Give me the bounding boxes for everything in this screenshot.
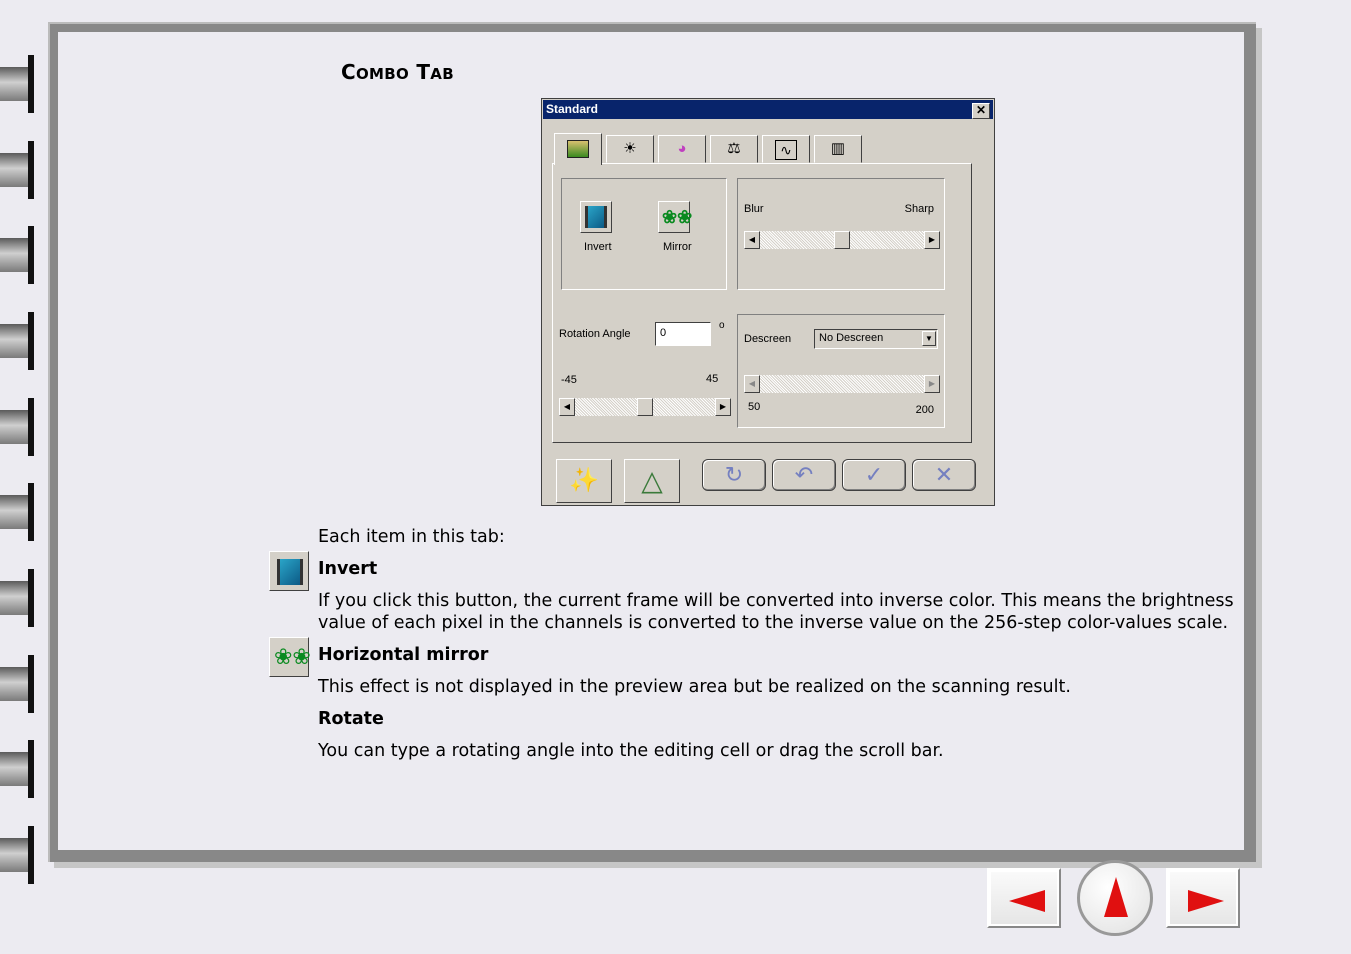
- tab-color[interactable]: ◕: [658, 135, 706, 163]
- arrow-right-icon: [1188, 890, 1224, 912]
- descreen-group: Descreen No Descreen ▼ ◀ ▶ 50 200: [737, 314, 945, 428]
- rotation-max-label: 45: [706, 373, 719, 385]
- slider-thumb[interactable]: [637, 398, 653, 416]
- mirror-button[interactable]: ❀❀: [658, 201, 693, 233]
- arrow-right-icon[interactable]: ▶: [924, 231, 940, 249]
- tab-brightness[interactable]: ☀: [606, 135, 654, 163]
- blur-label: Blur: [744, 203, 764, 215]
- previous-page-button[interactable]: [987, 868, 1061, 928]
- arrow-left-icon: [1009, 890, 1045, 912]
- cancel-icon: ✕: [934, 462, 954, 487]
- chevron-down-icon[interactable]: ▼: [922, 331, 936, 346]
- check-icon: ✓: [864, 462, 884, 487]
- standard-dialog: Standard ✕ ☀ ◕ ⚖ ∿ ▥ Invert ❀❀ Mirror Bl…: [541, 98, 995, 506]
- binding-ring: [0, 55, 34, 113]
- sharp-label: Sharp: [904, 203, 934, 215]
- arrow-right-icon[interactable]: ▶: [924, 375, 940, 393]
- tab-panel: Invert ❀❀ Mirror Blur Sharp ◀ ▶ Rotation…: [552, 163, 972, 443]
- invert-label: Invert: [584, 241, 612, 253]
- rotate-description: You can type a rotating angle into the e…: [318, 741, 944, 761]
- arrow-left-icon[interactable]: ◀: [744, 375, 760, 393]
- invert-mirror-group: Invert ❀❀ Mirror: [561, 178, 727, 290]
- rotation-slider[interactable]: ◀ ▶: [559, 398, 731, 416]
- up-button[interactable]: [1077, 860, 1153, 936]
- undo-icon: ↶: [794, 462, 814, 487]
- arrow-left-icon[interactable]: ◀: [559, 398, 575, 416]
- binding-ring: [0, 740, 34, 798]
- arrow-left-icon[interactable]: ◀: [744, 231, 760, 249]
- tab-balance[interactable]: ⚖: [710, 135, 758, 163]
- sharpness-slider[interactable]: ◀ ▶: [744, 231, 940, 249]
- mirror-side-icon: ❀❀: [269, 637, 311, 677]
- histogram-icon: ▥: [830, 140, 846, 157]
- invert-description-line-2: value of each pixel in the channels is c…: [318, 613, 1229, 633]
- invert-heading: Invert: [318, 559, 378, 579]
- close-icon[interactable]: ✕: [972, 103, 990, 119]
- mirror-description: This effect is not displayed in the prev…: [318, 677, 1071, 697]
- rotation-min-label: -45: [561, 374, 577, 386]
- next-page-button[interactable]: [1166, 868, 1240, 928]
- brightness-icon: ☀: [623, 140, 637, 157]
- descreen-label: Descreen: [744, 333, 792, 345]
- descreen-max-label: 200: [915, 404, 934, 416]
- binding-ring: [0, 826, 34, 884]
- tab-curve[interactable]: ∿: [762, 135, 810, 163]
- tab-histogram[interactable]: ▥: [814, 135, 862, 163]
- mirror-label: Mirror: [663, 241, 692, 253]
- film-icon: [277, 559, 303, 585]
- film-icon: [585, 206, 607, 228]
- refresh-icon: ↻: [724, 462, 744, 487]
- descreen-select[interactable]: No Descreen ▼: [814, 329, 938, 349]
- arrow-right-icon[interactable]: ▶: [715, 398, 731, 416]
- color-triangle-button[interactable]: △: [624, 459, 680, 503]
- invert-side-icon: [269, 551, 309, 591]
- color-wheel-icon: ◕: [677, 140, 687, 157]
- binding-ring: [0, 398, 34, 456]
- undo-button[interactable]: ↶: [772, 459, 836, 491]
- invert-button[interactable]: [580, 201, 612, 233]
- triangle-icon: △: [641, 465, 663, 496]
- spiral-binding: [0, 0, 36, 954]
- mirror-icon: ❀❀: [274, 645, 311, 670]
- binding-ring: [0, 226, 34, 284]
- balance-icon: ⚖: [727, 140, 741, 157]
- cancel-button[interactable]: ✕: [912, 459, 976, 491]
- invert-description-line-1: If you click this button, the current fr…: [318, 591, 1234, 611]
- curve-icon: ∿: [775, 140, 797, 160]
- image-icon: [567, 140, 589, 158]
- degree-symbol: o: [719, 320, 725, 331]
- refresh-button[interactable]: ↻: [702, 459, 766, 491]
- dialog-title-bar: Standard ✕: [543, 100, 993, 119]
- binding-ring: [0, 655, 34, 713]
- binding-ring: [0, 569, 34, 627]
- magic-wand-icon: ✨: [569, 467, 599, 494]
- descreen-slider[interactable]: ◀ ▶: [744, 375, 940, 393]
- descreen-selected-value: No Descreen: [819, 332, 884, 344]
- sharpness-group: Blur Sharp ◀ ▶: [737, 178, 945, 290]
- mirror-icon: ❀❀: [662, 207, 693, 227]
- binding-ring: [0, 312, 34, 370]
- page-title: COMBO TAB: [341, 60, 454, 84]
- rotate-heading: Rotate: [318, 709, 384, 729]
- auto-adjust-button[interactable]: ✨: [556, 459, 612, 503]
- tab-image[interactable]: [554, 133, 602, 165]
- dialog-title: Standard: [546, 102, 599, 116]
- descreen-min-label: 50: [748, 401, 761, 413]
- rotation-label: Rotation Angle: [559, 328, 631, 340]
- rotation-angle-input[interactable]: 0: [655, 322, 711, 346]
- binding-ring: [0, 483, 34, 541]
- binding-ring: [0, 141, 34, 199]
- slider-thumb[interactable]: [834, 231, 850, 249]
- intro-text: Each item in this tab:: [318, 527, 505, 547]
- mirror-heading: Horizontal mirror: [318, 645, 489, 665]
- arrow-up-icon: [1104, 877, 1128, 917]
- ok-button[interactable]: ✓: [842, 459, 906, 491]
